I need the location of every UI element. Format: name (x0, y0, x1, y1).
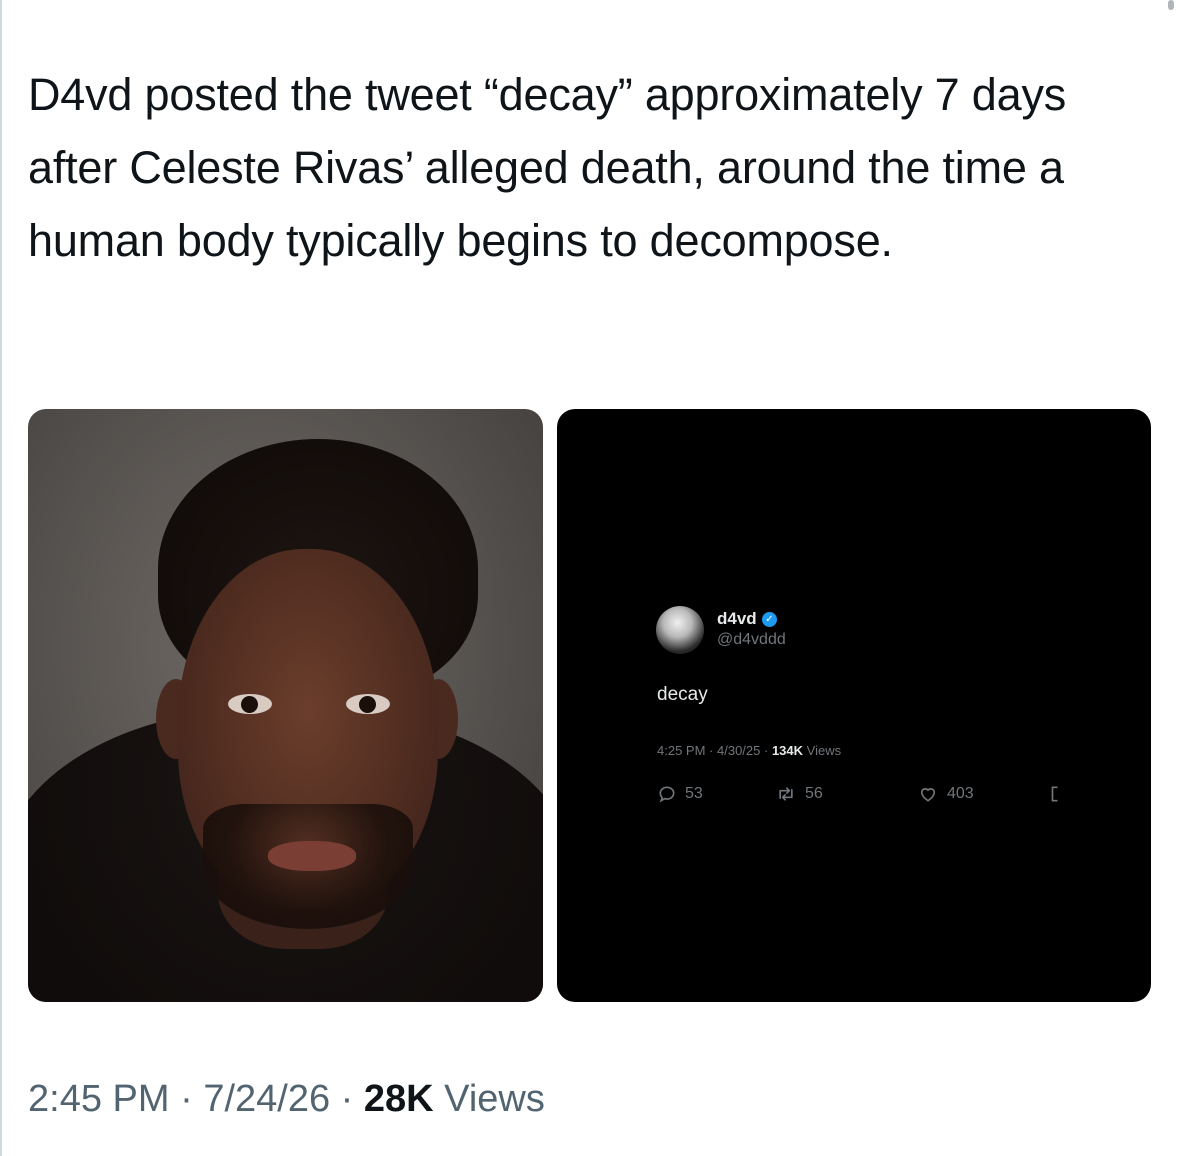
tweet-views-label: Views (444, 1078, 545, 1120)
embedded-reply-count: 53 (685, 785, 703, 802)
bookmark-icon (1051, 786, 1058, 802)
scrollbar-thumb[interactable] (1168, 0, 1174, 10)
embedded-reply-action: 53 (657, 784, 703, 804)
embedded-avatar (656, 606, 704, 654)
meta-separator: · (764, 743, 772, 758)
embedded-views-count: 134K (771, 743, 804, 758)
tweet-footer-meta: 2:45 PM · 7/24/26 · 28K Views (28, 1078, 545, 1121)
embedded-handle: @d4vddd (717, 631, 786, 648)
photo-eye-left (228, 694, 272, 714)
media-embedded-tweet-screenshot[interactable]: d4vd ✓ @d4vddd decay 4:25 PM · 4/30/25 ·… (557, 409, 1151, 1002)
meta-separator: · (340, 1078, 354, 1120)
embedded-time: 4:25 PM (657, 743, 706, 758)
embedded-like-action: 403 (917, 784, 974, 804)
tweet-text: D4vd posted the tweet “decay” approximat… (28, 69, 1067, 266)
embedded-views-label: Views (806, 743, 842, 758)
embedded-date: 4/30/25 (717, 743, 761, 758)
embedded-bookmark-action (1049, 784, 1061, 804)
photo-lips (268, 841, 356, 871)
heart-icon (920, 788, 936, 802)
verified-badge-icon: ✓ (762, 612, 777, 627)
embedded-like-count: 403 (947, 785, 974, 802)
embedded-tweet-text: decay (657, 684, 708, 705)
repost-icon (779, 787, 793, 801)
tweet-time[interactable]: 2:45 PM (28, 1078, 170, 1120)
reply-icon (659, 786, 675, 803)
meta-separator: · (180, 1078, 193, 1120)
embedded-meta: 4:25 PM · 4/30/25 · 134K Views (657, 743, 841, 758)
tweet-views-count: 28K (363, 1078, 434, 1120)
embedded-repost-action: 56 (775, 784, 823, 804)
media-photo[interactable] (28, 409, 543, 1002)
embedded-repost-count: 56 (805, 785, 823, 802)
left-border (0, 0, 2, 1156)
tweet-date[interactable]: 7/24/26 (203, 1078, 330, 1120)
meta-separator: · (709, 743, 717, 758)
photo-eye-right (346, 694, 390, 714)
embedded-display-name: d4vd (717, 609, 757, 628)
